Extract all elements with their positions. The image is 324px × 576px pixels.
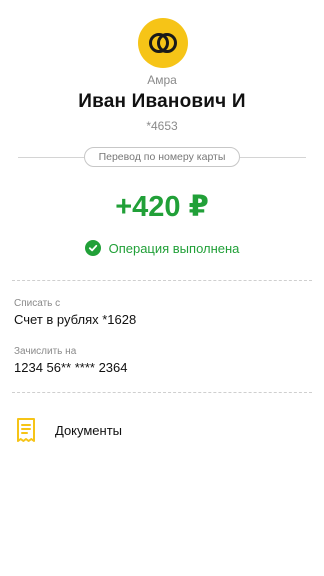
divider-line-right <box>240 157 306 158</box>
section-divider <box>12 280 312 281</box>
credit-card-label: Зачислить на <box>14 346 77 357</box>
section-divider <box>12 392 312 393</box>
transfer-amount: +420 ₽ <box>115 191 209 223</box>
bank-logo-icon <box>149 33 177 53</box>
credit-card-value: 1234 56** **** 2364 <box>14 360 128 375</box>
receipt-icon <box>17 418 35 442</box>
debit-account-value: Счет в рублях *1628 <box>14 312 137 327</box>
transfer-type-divider: Перевод по номеру карты <box>18 147 306 167</box>
debit-account-label: Списать с <box>14 298 61 309</box>
bank-logo <box>138 18 188 68</box>
divider-line-left <box>18 157 84 158</box>
recipient-name: Иван Иванович И <box>78 91 246 112</box>
recipient-card-mask: *4653 <box>146 119 178 133</box>
operation-details-screen: Амра Иван Иванович И *4653 Перевод по но… <box>0 0 324 576</box>
documents-label: Документы <box>55 422 123 438</box>
transfer-type-pill: Перевод по номеру карты <box>84 147 240 167</box>
bank-name: Амра <box>147 73 177 87</box>
status-text: Операция выполнена <box>108 240 240 256</box>
operation-status: Операция выполнена <box>0 239 324 257</box>
documents-button[interactable]: Документы <box>14 416 310 444</box>
check-circle-icon <box>84 240 101 256</box>
